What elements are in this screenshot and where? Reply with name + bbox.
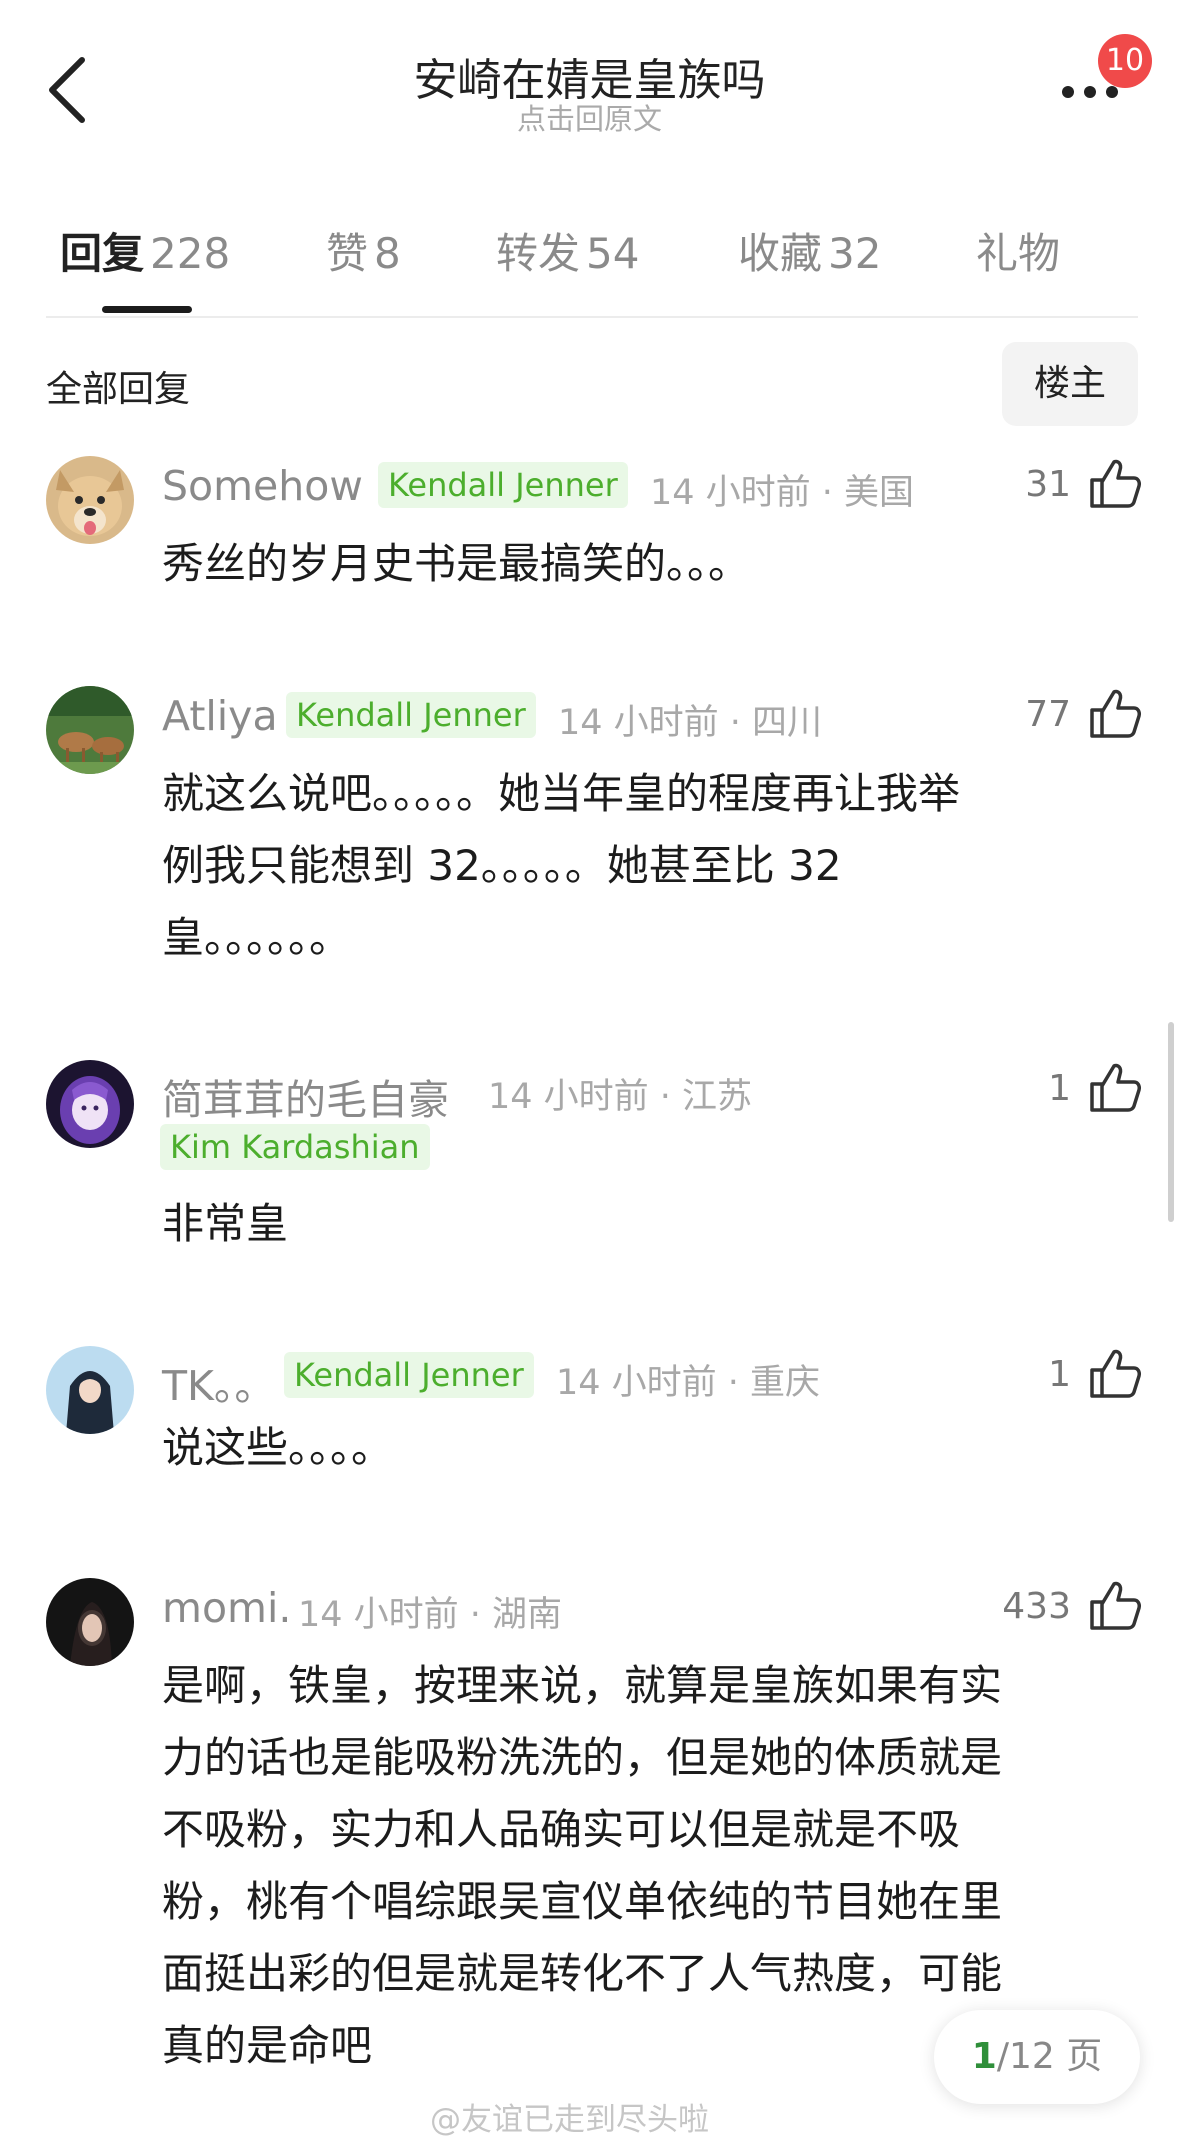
op-only-filter-button[interactable]: 楼主 — [1002, 342, 1138, 426]
page-indicator[interactable]: 1/12 页 — [934, 2010, 1140, 2104]
comment-time-location: 14 小时前 · 湖南 — [298, 1595, 563, 1635]
comment-line: 力的话也是能吸粉洗洗的，但是她的体质就是 — [162, 1733, 1003, 1782]
comment-time-location: 14 小时前 · 重庆 — [556, 1363, 821, 1403]
comment-time-location: 14 小时前 · 美国 — [650, 473, 915, 513]
dog-avatar-icon — [46, 456, 134, 544]
comment-time-location: 14 小时前 · 四川 — [558, 703, 823, 743]
fan-tag-badge: Kim Kardashian — [160, 1124, 430, 1170]
fan-tag-badge: Kendall Jenner — [284, 1352, 534, 1398]
avatar[interactable] — [46, 1060, 134, 1148]
username[interactable]: TK。。 — [162, 1352, 275, 1412]
tab-divider — [46, 316, 1138, 318]
comment-line: 秀丝的岁月史书是最搞笑的。。。 — [162, 539, 751, 588]
comment-line: 例我只能想到 32。。。。。她甚至比 32 — [162, 841, 842, 890]
weibo-watermark: @友谊已走到尽头啦 — [430, 2102, 709, 2138]
tab-label: 礼物 — [976, 229, 1061, 278]
thumbs-up-icon[interactable] — [1086, 686, 1142, 742]
like-count: 77 — [1025, 694, 1071, 735]
avatar[interactable] — [46, 686, 134, 774]
like-count: 1 — [1048, 1354, 1071, 1395]
active-tab-indicator — [102, 306, 192, 313]
avatar[interactable] — [46, 1346, 134, 1434]
comment-line: 非常皇 — [162, 1199, 289, 1248]
tab-count: 54 — [586, 229, 640, 278]
avatar[interactable] — [46, 1578, 134, 1666]
tab-count: 32 — [828, 229, 882, 278]
comment-text: 就这么说吧。。。。。她当年皇的程度再让我举 例我只能想到 32。。。。。她甚至比… — [162, 758, 1132, 974]
tab-label: 转发 — [496, 229, 581, 278]
notification-badge: 10 — [1098, 34, 1152, 88]
tab-gifts[interactable]: 礼物 — [976, 220, 1060, 281]
tab-reposts[interactable]: 转发 54 — [496, 220, 639, 281]
all-replies-heading: 全部回复 — [46, 369, 191, 410]
like-count: 31 — [1025, 464, 1071, 505]
anime-girl-avatar-icon — [46, 1060, 134, 1148]
comment-line: 说这些。。。。 — [162, 1423, 394, 1472]
comment-line: 是啊，铁皇，按理来说，就算是皇族如果有实 — [162, 1661, 1003, 1710]
username[interactable]: 简茸茸的毛自豪 — [162, 1066, 449, 1126]
fan-tag-badge: Kendall Jenner — [378, 462, 628, 508]
username[interactable]: Somehow — [162, 462, 363, 510]
tab-bar: 回复 228 赞8 转发 54 收藏 32 礼物 — [0, 220, 1179, 320]
username[interactable]: Atliya — [162, 692, 278, 740]
total-pages: /12 页 — [996, 2036, 1103, 2077]
comment-time-location: 14 小时前 · 江苏 — [488, 1077, 753, 1117]
comment-line: 面挺出彩的但是就是转化不了人气热度，可能 — [162, 1949, 1003, 1998]
thumbs-up-icon[interactable] — [1086, 456, 1142, 512]
tab-label: 回复 — [60, 229, 145, 278]
tab-likes[interactable]: 赞8 — [326, 220, 401, 281]
tab-label: 收藏 — [738, 229, 823, 278]
comment-text: 说这些。。。。 — [162, 1412, 1132, 1484]
comment-line: 不吸粉，实力和人品确实可以但是就是不吸 — [162, 1805, 961, 1854]
tab-count: 8 — [374, 229, 401, 278]
comment-line: 皇。。。。。。 — [162, 913, 352, 962]
top-bar: 安崎在婧是皇族吗 点击回原文 10 — [0, 0, 1179, 160]
portrait-avatar-icon — [46, 1578, 134, 1666]
comment-text: 非常皇 — [162, 1188, 1132, 1260]
like-count: 1 — [1048, 1068, 1071, 1109]
back-to-original-link[interactable]: 点击回原文 — [0, 96, 1179, 138]
hooded-person-avatar-icon — [46, 1346, 134, 1434]
comment-line: 就这么说吧。。。。。她当年皇的程度再让我举 — [162, 769, 961, 818]
tab-label: 赞 — [326, 229, 369, 278]
like-count: 433 — [1002, 1586, 1071, 1627]
scrollbar[interactable] — [1168, 1022, 1174, 1222]
avatar[interactable] — [46, 456, 134, 544]
thumbs-up-icon[interactable] — [1086, 1578, 1142, 1634]
current-page: 1 — [971, 2036, 997, 2077]
tab-replies[interactable]: 回复 228 — [60, 220, 230, 281]
username[interactable]: momi. — [162, 1584, 291, 1632]
tab-favorites[interactable]: 收藏 32 — [738, 220, 881, 281]
comment-text: 秀丝的岁月史书是最搞笑的。。。 — [162, 528, 1132, 600]
thumbs-up-icon[interactable] — [1086, 1060, 1142, 1116]
comment-line: 粉，桃有个唱综跟吴宣仪单依纯的节目她在里 — [162, 1877, 1003, 1926]
fan-tag-badge: Kendall Jenner — [286, 692, 536, 738]
deer-avatar-icon — [46, 686, 134, 774]
tab-count: 228 — [150, 229, 231, 278]
thumbs-up-icon[interactable] — [1086, 1346, 1142, 1402]
